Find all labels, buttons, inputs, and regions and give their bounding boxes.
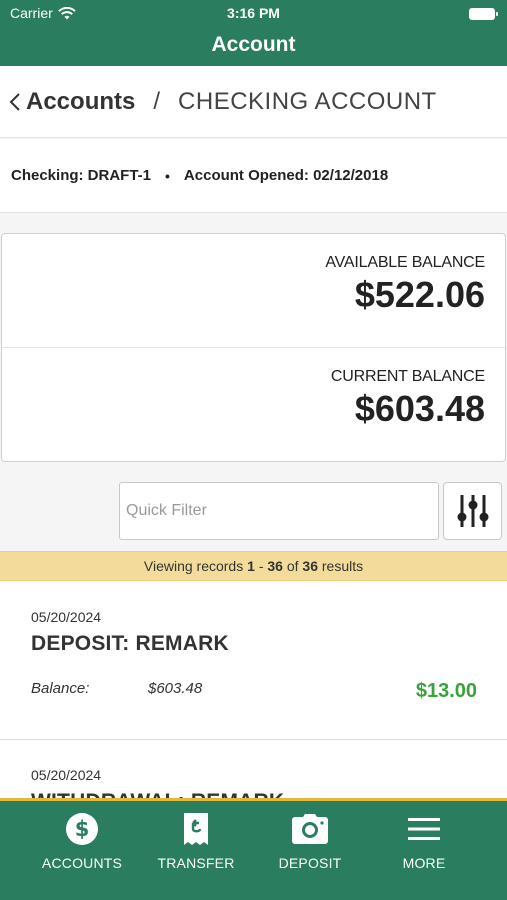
current-balance-amount: $603.48 bbox=[354, 388, 485, 429]
divider bbox=[2, 347, 505, 348]
transaction-item[interactable]: 05/20/2024 WITHDRAWAL: REMARK bbox=[0, 740, 507, 800]
tab-deposit[interactable]: DEPOSIT bbox=[255, 811, 365, 871]
available-balance-label: AVAILABLE BALANCE bbox=[325, 254, 485, 271]
records-dash: - bbox=[258, 558, 264, 574]
records-suffix: results bbox=[321, 558, 364, 574]
tab-label: ACCOUNTS bbox=[41, 855, 123, 871]
transaction-balance: $603.48 bbox=[148, 680, 203, 697]
menu-icon bbox=[408, 818, 440, 840]
transaction-date: 05/20/2024 bbox=[31, 767, 102, 783]
tab-more[interactable]: MORE bbox=[369, 811, 479, 871]
dollar-circle-icon: $ bbox=[66, 813, 98, 845]
records-of: of bbox=[286, 558, 299, 574]
records-prefix: Viewing records bbox=[143, 558, 244, 574]
records-total: 36 bbox=[302, 558, 318, 574]
transfer-receipt-icon bbox=[184, 813, 208, 845]
tab-accounts[interactable]: $ ACCOUNTS bbox=[27, 811, 137, 871]
info-separator: • bbox=[165, 167, 170, 184]
balance-card: AVAILABLE BALANCE $522.06 CURRENT BALANC… bbox=[1, 233, 506, 462]
transaction-list: 05/20/2024 DEPOSIT: REMARK Balance: $603… bbox=[0, 582, 507, 800]
breadcrumb-parent: Accounts bbox=[26, 87, 136, 115]
records-banner: Viewing records 1 - 36 of 36 results bbox=[0, 551, 507, 581]
battery-icon bbox=[469, 8, 498, 20]
records-end: 36 bbox=[267, 558, 283, 574]
quick-filter-input[interactable] bbox=[119, 482, 439, 540]
page-title: Account bbox=[211, 33, 296, 56]
tab-label: TRANSFER bbox=[157, 855, 235, 871]
transaction-amount: $13.00 bbox=[415, 680, 477, 702]
account-opened: Account Opened: 02/12/2018 bbox=[183, 167, 389, 184]
current-balance: CURRENT BALANCE $603.48 bbox=[331, 368, 485, 430]
sliders-icon bbox=[457, 495, 488, 527]
current-balance-label: CURRENT BALANCE bbox=[330, 368, 485, 385]
back-to-accounts-link[interactable]: Accounts bbox=[8, 88, 135, 116]
clock: 3:16 PM bbox=[227, 5, 280, 21]
account-number: Checking: DRAFT-1 bbox=[11, 167, 152, 184]
top-bar: Carrier 3:16 PM Account bbox=[0, 0, 507, 66]
svg-text:$: $ bbox=[75, 817, 90, 841]
camera-icon bbox=[292, 814, 328, 844]
transaction-balance-label: Balance: bbox=[31, 680, 90, 697]
tab-label: MORE bbox=[402, 855, 446, 871]
transaction-description: DEPOSIT: REMARK bbox=[31, 632, 229, 655]
tab-label: DEPOSIT bbox=[278, 855, 342, 871]
available-balance-amount: $522.06 bbox=[354, 274, 485, 315]
tab-transfer[interactable]: TRANSFER bbox=[141, 811, 251, 871]
records-start: 1 bbox=[247, 558, 255, 574]
breadcrumb-current: CHECKING ACCOUNT bbox=[178, 87, 437, 115]
chevron-left-icon bbox=[9, 92, 20, 111]
filter-settings-button[interactable] bbox=[443, 482, 502, 540]
bottom-tab-bar: $ ACCOUNTS TRANSFER DEPOSIT MORE bbox=[0, 798, 507, 900]
status-bar: Carrier 3:16 PM bbox=[0, 0, 507, 28]
breadcrumb-separator: / bbox=[153, 87, 161, 115]
account-info: Checking: DRAFT-1 • Account Opened: 02/1… bbox=[0, 139, 507, 213]
transaction-date: 05/20/2024 bbox=[31, 609, 102, 625]
available-balance: AVAILABLE BALANCE $522.06 bbox=[325, 254, 485, 316]
transaction-item[interactable]: 05/20/2024 DEPOSIT: REMARK Balance: $603… bbox=[0, 582, 507, 740]
breadcrumb: Accounts / CHECKING ACCOUNT bbox=[0, 66, 507, 138]
